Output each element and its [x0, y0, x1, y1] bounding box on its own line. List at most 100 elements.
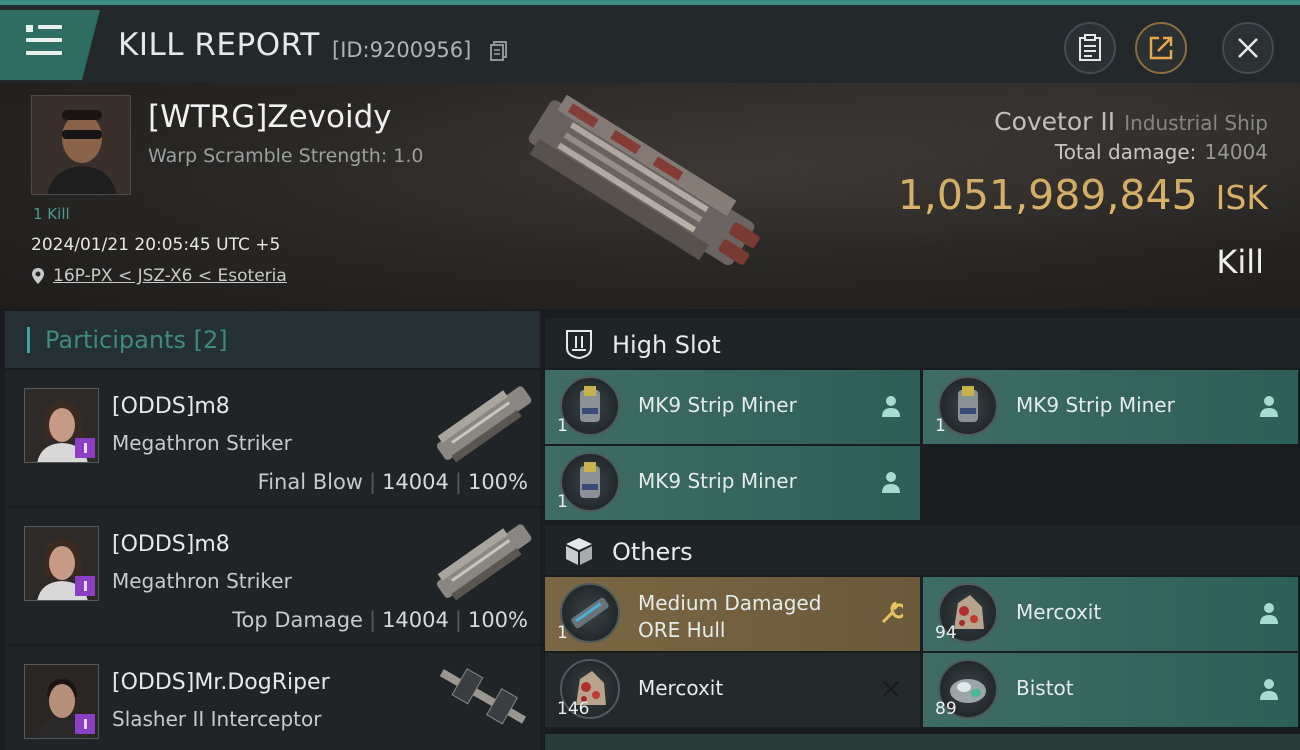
item-name: Mercoxit — [1016, 600, 1102, 624]
participant-role: Top Damage — [232, 608, 363, 632]
person-icon — [882, 472, 900, 493]
clipboard-button[interactable] — [1064, 22, 1116, 74]
item-slot[interactable]: 1 Medium Damaged ORE Hull — [545, 577, 920, 651]
item-name: MK9 Strip Miner — [638, 393, 797, 417]
share-icon — [1149, 36, 1173, 60]
ore-hull-icon — [560, 583, 620, 643]
warp-scramble-strength: Warp Scramble Strength: 1.0 — [148, 145, 424, 167]
victim-name[interactable]: [WTRG]Zevoidy — [148, 99, 392, 135]
participant-row[interactable]: [ODDS]Mr.DogRiper Slasher II Interceptor — [5, 646, 540, 750]
report-id: [ID:9200956] — [332, 38, 472, 62]
item-name: Bistot — [1016, 676, 1074, 700]
item-slot[interactable]: 89 Bistot — [923, 653, 1298, 727]
item-quantity: 1 — [557, 416, 568, 436]
participants-header: Participants [2] — [5, 311, 540, 368]
person-icon — [1260, 679, 1278, 700]
copy-icon[interactable] — [490, 41, 507, 61]
page-title: KILL REPORT — [118, 27, 320, 63]
item-slot[interactable]: 1 MK9 Strip Miner — [545, 370, 920, 444]
share-button[interactable] — [1135, 22, 1187, 74]
cargo-box-icon — [566, 538, 592, 565]
separator: | — [454, 470, 462, 494]
participant-ship-image — [436, 386, 532, 463]
item-name: MK9 Strip Miner — [1016, 393, 1175, 417]
close-icon — [1238, 38, 1258, 58]
participant-name[interactable]: [ODDS]m8 — [112, 394, 230, 419]
participant-role: Final Blow — [257, 470, 363, 494]
menu-icon-bar — [26, 38, 62, 42]
corp-badge-icon — [75, 576, 95, 596]
item-slot[interactable]: 1 MK9 Strip Miner — [923, 370, 1298, 444]
high-slot-icon — [566, 330, 592, 360]
ship-name[interactable]: Covetor II — [994, 107, 1115, 136]
high-slot-label: High Slot — [612, 331, 721, 359]
kill-timestamp: 2024/01/21 20:05:45 UTC +5 — [31, 235, 281, 255]
high-slot-header: High Slot — [545, 318, 1300, 368]
menu-icon-bar — [26, 51, 62, 55]
wrench-icon — [881, 601, 903, 624]
item-name: MK9 Strip Miner — [638, 469, 797, 493]
item-quantity: 89 — [935, 699, 957, 719]
participant-percent: 100% — [467, 470, 528, 494]
person-icon — [1260, 396, 1278, 417]
item-name: Medium Damaged ORE Hull — [638, 590, 821, 644]
victim-avatar — [32, 96, 130, 194]
kill-location: 16P-PX < JSZ-X6 < Esoteria — [31, 266, 287, 286]
menu-icon-bar — [38, 25, 62, 29]
participant-stats: Final Blow | 14004 | 100% — [258, 470, 528, 494]
item-quantity: 1 — [557, 492, 568, 512]
item-slot[interactable]: 146 Mercoxit — [545, 653, 920, 727]
participant-name[interactable]: [ODDS]m8 — [112, 532, 230, 557]
participants-label: Participants [2] — [45, 326, 228, 354]
separator: | — [454, 608, 462, 632]
header-bar: KILL REPORT [ID:9200956] — [0, 5, 1300, 83]
item-quantity: 146 — [557, 699, 590, 719]
menu-icon — [26, 25, 33, 32]
participant-ship: Megathron Striker — [112, 431, 292, 455]
item-name: Mercoxit — [638, 676, 724, 700]
isk-value: 1,051,989,845 — [897, 171, 1198, 219]
participant-damage: 14004 — [382, 470, 449, 494]
victim-portrait[interactable] — [31, 95, 131, 195]
participant-stats: Top Damage | 14004 | 100% — [232, 608, 528, 632]
strip-miner-icon — [560, 452, 620, 512]
victim-ship-image — [528, 94, 760, 266]
location-link[interactable]: 16P-PX < JSZ-X6 < Esoteria — [53, 266, 287, 286]
others-header: Others — [545, 525, 1300, 575]
result-label: Kill — [1216, 243, 1264, 281]
participant-row[interactable]: [ODDS]m8 Megathron Striker Top Damage | 14… — [5, 508, 540, 644]
strip-miner-icon — [560, 376, 620, 436]
clipboard-icon — [1079, 34, 1101, 61]
item-slot[interactable]: 94 Mercoxit — [923, 577, 1298, 651]
isk-value-line: 1,051,989,845 ISK — [898, 171, 1268, 219]
item-slot[interactable]: 1 MK9 Strip Miner — [545, 446, 920, 520]
total-damage: Total damage: 14004 — [1055, 140, 1268, 164]
participant-ship: Megathron Striker — [112, 569, 292, 593]
corp-badge-icon — [75, 438, 95, 458]
participant-percent: 100% — [467, 608, 528, 632]
corp-badge-icon — [75, 714, 95, 734]
participant-ship-image — [436, 524, 532, 601]
kill-count: 1 Kill — [33, 205, 70, 223]
others-label: Others — [612, 538, 693, 566]
participant-row[interactable]: [ODDS]m8 Megathron Striker Final Blow | 14… — [5, 370, 540, 506]
total-damage-value: 14004 — [1204, 140, 1268, 164]
separator: | — [368, 470, 377, 494]
item-name-line: ORE Hull — [638, 618, 726, 642]
ship-title: Covetor II Industrial Ship — [994, 107, 1268, 136]
close-icon — [883, 681, 899, 697]
victim-panel: [WTRG]Zevoidy Warp Scramble Strength: 1.… — [0, 83, 1300, 309]
item-quantity: 94 — [935, 623, 957, 643]
separator: | — [368, 608, 377, 632]
close-button[interactable] — [1222, 22, 1274, 74]
item-quantity: 1 — [935, 416, 946, 436]
participant-ship: Slasher II Interceptor — [112, 707, 322, 731]
location-pin-icon — [32, 268, 44, 284]
menu-button[interactable] — [0, 10, 100, 80]
total-damage-label: Total damage: — [1054, 140, 1197, 164]
participant-ship-image — [439, 668, 527, 725]
person-icon — [882, 396, 900, 417]
person-icon — [1260, 603, 1278, 624]
participant-name[interactable]: [ODDS]Mr.DogRiper — [112, 670, 330, 695]
item-name-line: Medium Damaged — [638, 591, 822, 615]
